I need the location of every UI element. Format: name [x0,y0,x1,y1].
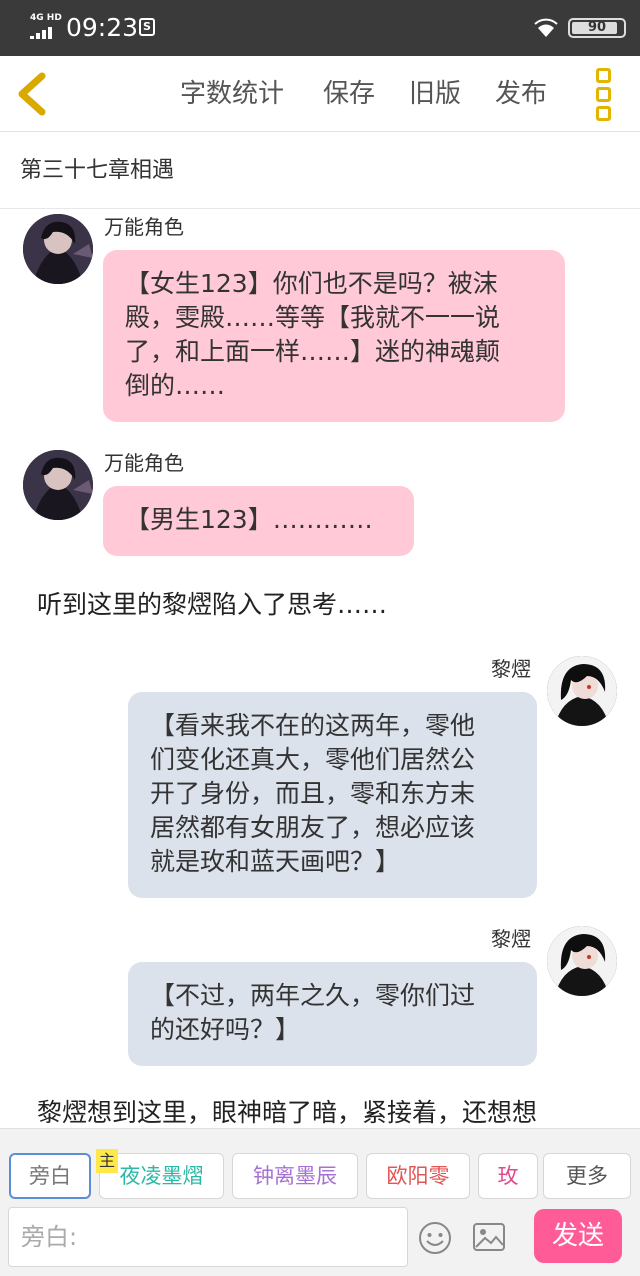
message-line: 倒的…… [125,371,226,400]
message-line: 就是玫和蓝天画吧？】 [150,847,401,876]
chapter-header[interactable]: 第三十七章相遇 [0,133,640,209]
character-avatar-icon [23,450,93,520]
battery-level: 90 [587,20,607,35]
signal-icon [30,27,56,39]
chat-area[interactable]: 万能角色 【女生123】你们也不是吗？被沫 殿，雯殿……等等【我就不一一说 了，… [0,210,640,1128]
role-button[interactable]: 玫 [478,1153,538,1199]
more-roles-button[interactable]: 更多 [543,1153,631,1199]
clock: 09:23 [66,13,139,42]
avatar[interactable] [547,926,617,996]
wifi-icon [534,18,558,37]
send-button[interactable]: 发送 [534,1209,622,1263]
sender-name: 黎熤 [491,927,531,951]
main-character-badge: 主 [96,1149,118,1173]
role-narrator-button[interactable]: 旁白 [9,1153,91,1199]
narration-text[interactable]: 听到这里的黎熤陷入了思考…… [37,588,387,622]
network-type: 4G HD [30,13,62,23]
composer-panel: 旁白 夜凌墨熠 主 钟离墨辰 欧阳零 玫 更多 旁白: 发送 [0,1128,640,1276]
message-line: 【女生123】你们也不是吗？被沫 [125,269,498,298]
message-bubble[interactable]: 【看来我不在的这两年，零他 们变化还真大，零他们居然公 开了身份，而且，零和东方… [128,692,537,898]
avatar[interactable] [23,450,93,520]
publish-button[interactable]: 发布 [495,78,547,110]
message-line: 【不过，两年之久，零你们过 [150,981,476,1010]
message-line: 【男生123】………… [125,505,373,534]
message-line: 【看来我不在的这两年，零他 [150,711,476,740]
message-line: 的还好吗？】 [150,1015,301,1044]
message-line: 开了身份，而且，零和东方末 [150,779,476,808]
character-avatar-icon [547,926,617,996]
more-menu-icon[interactable] [592,68,616,121]
message-bubble[interactable]: 【不过，两年之久，零你们过 的还好吗？】 [128,962,537,1066]
back-arrow-icon[interactable] [14,70,58,118]
sender-name: 万能角色 [104,215,184,239]
role-button[interactable]: 钟离墨辰 [232,1153,358,1199]
chapter-title: 第三十七章相遇 [20,158,175,183]
message-line: 殿，雯殿……等等【我就不一一说 [125,303,501,332]
avatar[interactable] [23,214,93,284]
avatar[interactable] [547,656,617,726]
app-notification-icon: S [139,18,155,36]
save-button[interactable]: 保存 [323,78,375,110]
role-button[interactable]: 欧阳零 [366,1153,470,1199]
editor-toolbar: 字数统计 保存 旧版 发布 [0,56,640,132]
narration-text[interactable]: 黎熤想到这里，眼神暗了暗，紧接着，还想想 [37,1096,537,1128]
status-bar: 4G HD 09:23 S 90 [0,0,640,56]
word-count-button[interactable]: 字数统计 [180,78,284,110]
sender-name: 万能角色 [104,451,184,475]
old-version-button[interactable]: 旧版 [409,78,461,110]
character-avatar-icon [547,656,617,726]
emoji-icon[interactable] [418,1221,452,1255]
sender-name: 黎熤 [491,657,531,681]
message-input[interactable]: 旁白: [8,1207,408,1267]
message-bubble[interactable]: 【男生123】………… [103,486,414,556]
message-line: 居然都有女朋友了，想必应该 [150,813,476,842]
message-bubble[interactable]: 【女生123】你们也不是吗？被沫 殿，雯殿……等等【我就不一一说 了，和上面一样… [103,250,565,422]
message-line: 了，和上面一样……】迷的神魂颠 [125,337,501,366]
image-icon[interactable] [472,1221,506,1253]
character-avatar-icon [23,214,93,284]
message-line: 们变化还真大，零他们居然公 [150,745,476,774]
battery-icon: 90 [568,18,626,38]
